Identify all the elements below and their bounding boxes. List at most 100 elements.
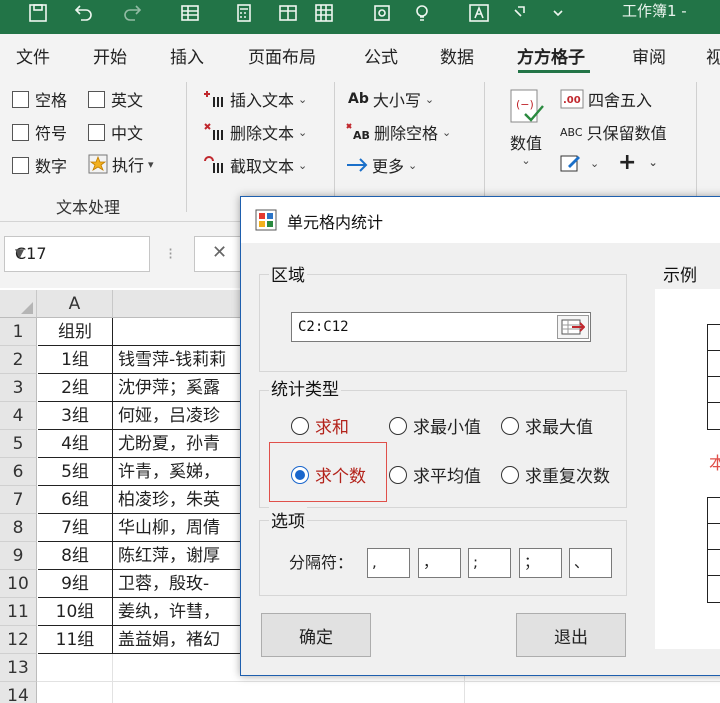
plus-button[interactable]: + ⌄: [618, 150, 658, 175]
select-all-corner[interactable]: [0, 290, 37, 318]
cell-names[interactable]: 何娅，吕凌珍: [113, 402, 241, 430]
separator-field[interactable]: ,: [367, 548, 410, 578]
cell-group[interactable]: 11组: [38, 626, 113, 654]
keep-value-button[interactable]: ABC 只保留数值: [560, 120, 667, 144]
tab-formulas[interactable]: 公式: [364, 43, 398, 68]
extract-text-button[interactable]: 截取文本 ⌄: [204, 153, 307, 177]
name-box[interactable]: C17 ▼: [4, 236, 150, 272]
column-header-b[interactable]: [113, 290, 241, 318]
cell-names[interactable]: 柏凌珍，朱英: [113, 486, 241, 514]
cell-group[interactable]: 1组: [38, 346, 113, 374]
row-header[interactable]: 13: [0, 654, 37, 682]
range-input[interactable]: [291, 312, 591, 342]
undo-icon[interactable]: [70, 2, 96, 24]
tab-insert[interactable]: 插入: [170, 43, 204, 68]
table-icon[interactable]: [276, 2, 300, 24]
calculator-icon[interactable]: [232, 2, 256, 24]
tab-file[interactable]: 文件: [16, 43, 50, 68]
row-header[interactable]: 9: [0, 542, 37, 570]
radio-sum[interactable]: 求和: [291, 413, 349, 438]
radio-repeat-count[interactable]: 求重复次数: [501, 462, 610, 487]
checkbox-number[interactable]: 数字: [12, 153, 67, 177]
save-icon[interactable]: [26, 2, 50, 24]
numeric-button[interactable]: (−) 数值 ⌄: [504, 88, 548, 167]
round-button[interactable]: .00 四舍五入: [560, 87, 652, 111]
row-header[interactable]: 11: [0, 598, 37, 626]
checkbox-space[interactable]: 空格: [12, 87, 67, 111]
more-button[interactable]: 更多 ⌄: [346, 153, 417, 177]
cell-names[interactable]: 姜纨，许彗，: [113, 598, 241, 626]
region-label: 区域: [269, 261, 307, 286]
tab-view[interactable]: 视: [706, 43, 720, 68]
row-header[interactable]: 1: [0, 318, 37, 346]
tab-fangfang[interactable]: 方方格子: [517, 43, 585, 68]
redo-icon[interactable]: [120, 2, 146, 24]
cell-group[interactable]: 8组: [38, 542, 113, 570]
cell-names[interactable]: 盖益娟，褚幻: [113, 626, 241, 654]
row-header[interactable]: 2: [0, 346, 37, 374]
row-header[interactable]: 5: [0, 430, 37, 458]
row-header[interactable]: 7: [0, 486, 37, 514]
gridline: [112, 682, 113, 703]
cell-names[interactable]: 尤盼夏，孙青: [113, 430, 241, 458]
cell-names[interactable]: [113, 318, 241, 346]
column-header-a[interactable]: A: [37, 290, 113, 318]
radio-average[interactable]: 求平均值: [389, 462, 481, 487]
separator-field[interactable]: ;: [468, 548, 511, 578]
select-range-icon[interactable]: [557, 315, 589, 339]
cell-names[interactable]: 沈伊萍；奚露: [113, 374, 241, 402]
grid-icon[interactable]: [312, 2, 336, 24]
row-header[interactable]: 4: [0, 402, 37, 430]
delete-space-button[interactable]: AB 删除空格 ⌄: [346, 120, 451, 144]
cell-group[interactable]: 2组: [38, 374, 113, 402]
ribbon-separator: [334, 82, 335, 212]
text-icon[interactable]: [466, 2, 492, 24]
radio-max[interactable]: 求最大值: [501, 413, 593, 438]
row-header[interactable]: 10: [0, 570, 37, 598]
cell-names[interactable]: 许青，奚娣，: [113, 458, 241, 486]
exit-button[interactable]: 退出: [516, 613, 626, 657]
tab-data[interactable]: 数据: [440, 43, 474, 68]
row-header[interactable]: 8: [0, 514, 37, 542]
cell-group[interactable]: 4组: [38, 430, 113, 458]
table-icon[interactable]: [178, 2, 202, 24]
separator-field[interactable]: ，: [418, 548, 461, 578]
cancel-icon[interactable]: ✕: [212, 242, 227, 263]
edit-button[interactable]: ⌄: [560, 153, 599, 173]
cell-names[interactable]: 钱雪萍-钱莉莉: [113, 346, 241, 374]
delete-text-button[interactable]: 删除文本 ⌄: [204, 120, 307, 144]
cell-group[interactable]: 6组: [38, 486, 113, 514]
cell-group[interactable]: 10组: [38, 598, 113, 626]
screenshot-icon[interactable]: [370, 2, 394, 24]
active-tab-indicator: [518, 70, 590, 73]
row-header[interactable]: 14: [0, 682, 37, 703]
execute-button[interactable]: 执行 ▾: [88, 152, 154, 176]
ok-button[interactable]: 确定: [261, 613, 371, 657]
cell-group[interactable]: 5组: [38, 458, 113, 486]
radio-min[interactable]: 求最小值: [389, 413, 481, 438]
cell-group[interactable]: 7组: [38, 514, 113, 542]
row-header[interactable]: 3: [0, 374, 37, 402]
cell-names[interactable]: 华山柳，周倩: [113, 514, 241, 542]
case-button[interactable]: Ab 大小写 ⌄: [348, 87, 434, 111]
cell-group[interactable]: 9组: [38, 570, 113, 598]
cell-group[interactable]: 3组: [38, 402, 113, 430]
separator-field[interactable]: 、: [569, 548, 612, 578]
cell-group[interactable]: 组别: [38, 318, 113, 346]
checkbox-label: 英文: [111, 91, 144, 110]
checkbox-english[interactable]: 英文: [88, 87, 143, 111]
separator-field[interactable]: ；: [519, 548, 562, 578]
cell-names[interactable]: 陈红萍，谢厚: [113, 542, 241, 570]
help-icon[interactable]: [508, 2, 534, 24]
row-header[interactable]: 12: [0, 626, 37, 654]
tab-page-layout[interactable]: 页面布局: [248, 43, 316, 68]
checkbox-chinese[interactable]: 中文: [88, 120, 143, 144]
insert-text-button[interactable]: 插入文本 ⌄: [204, 87, 307, 111]
bulb-icon[interactable]: [410, 2, 434, 24]
row-header[interactable]: 6: [0, 458, 37, 486]
cell-names[interactable]: 卫蓉，殷玫-: [113, 570, 241, 598]
chevron-down-icon[interactable]: [548, 2, 568, 24]
tab-review[interactable]: 审阅: [632, 43, 666, 68]
checkbox-symbol[interactable]: 符号: [12, 120, 67, 144]
tab-home[interactable]: 开始: [93, 43, 127, 68]
